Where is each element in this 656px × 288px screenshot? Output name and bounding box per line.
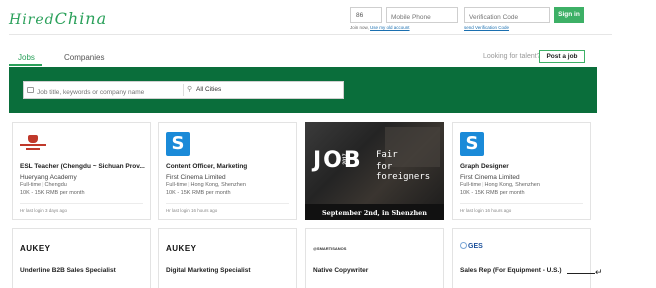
page: HiredChina 86 Sign in Join now, Use my o… (0, 0, 612, 288)
post-job-button[interactable]: Post a job (539, 50, 585, 63)
fair-date: September 2nd, in Shenzhen (321, 209, 428, 217)
job-meta: Full-time|Hong Kong, Shenzhen (460, 182, 540, 188)
join-now-text: Join now, Use my old account (350, 25, 410, 30)
city-select[interactable]: All Cities (196, 86, 221, 93)
job-title[interactable]: Digital Marketing Specialist (166, 267, 294, 274)
ges-globe-icon (460, 242, 467, 249)
job-card[interactable]: AUKEY Underline B2B Sales Specialist (12, 228, 151, 288)
job-card[interactable]: S Graph Designer First Cinema Limited Fu… (452, 122, 591, 220)
job-title[interactable]: ESL Teacher (Chengdu ~ Sichuan Prov... (20, 163, 148, 170)
hueryang-logo-icon (20, 132, 46, 154)
mobile-phone-input[interactable] (386, 7, 458, 23)
job-card[interactable]: S Content Officer, Marketing First Cinem… (158, 122, 297, 220)
salary: 10K - 15K RMB per month (166, 190, 231, 196)
job-meta: Full-time|Hong Kong, Shenzhen (166, 182, 246, 188)
last-login: Hr last login 16 hours ago (460, 208, 512, 213)
old-account-link[interactable]: Use my old account (370, 25, 410, 30)
salary: 10K - 15K RMB per month (20, 190, 85, 196)
job-title[interactable]: Content Officer, Marketing (166, 163, 294, 170)
aukey-logo: AUKEY (20, 244, 51, 253)
first-cinema-logo-icon: S (166, 132, 190, 156)
fair-background-photo (385, 127, 440, 167)
job-card[interactable]: AUKEY Digital Marketing Specialist (158, 228, 297, 288)
active-tab-indicator (9, 64, 42, 66)
job-title[interactable]: Underline B2B Sales Specialist (20, 267, 148, 274)
card-divider (20, 203, 143, 204)
send-verification-code-link[interactable]: send Verification Code (464, 25, 509, 30)
header-divider (9, 34, 612, 35)
salary: 10K - 15K RMB per month (460, 190, 525, 196)
aukey-logo: AUKEY (166, 244, 197, 253)
hiredchina-logo[interactable]: HiredChina (9, 9, 107, 28)
ges-logo: GES (460, 242, 483, 250)
job-card[interactable]: ESL Teacher (Chengdu ~ Sichuan Prov... H… (12, 122, 151, 220)
job-meta: Full-time|Chengdu (20, 182, 67, 188)
verification-code-input[interactable] (464, 7, 550, 23)
card-divider (166, 203, 289, 204)
signin-button[interactable]: Sign in (554, 7, 584, 23)
job-card[interactable]: @SMARTISANOS Native Copywriter (305, 228, 444, 288)
smartisan-logo: @SMARTISANOS (313, 246, 347, 251)
fair-year: 2017 (342, 153, 349, 165)
location-pin-icon: ⚲ (187, 86, 193, 93)
return-arrow-icon: ↵ (595, 267, 603, 277)
company-name: First Cinema Limited (460, 174, 520, 181)
company-name: Hueryang Academy (20, 174, 77, 181)
job-card[interactable]: GES Sales Rep (For Equipment - U.S.) (452, 228, 591, 288)
tab-companies[interactable]: Companies (64, 53, 104, 62)
keyword-search-input[interactable] (37, 82, 182, 98)
card-divider (460, 203, 583, 204)
country-code-field[interactable]: 86 (350, 7, 382, 23)
job-fair-banner-card[interactable]: JOB 2017 Fair for foreigners September 2… (305, 122, 444, 220)
last-login: Hr last login 3 days ago (20, 208, 68, 213)
search-banner: ⚲ All Cities (9, 67, 597, 113)
fair-line2: for foreigners (376, 162, 431, 182)
job-title[interactable]: Graph Designer (460, 163, 588, 170)
fair-job-text: JOB (313, 148, 363, 173)
company-name: First Cinema Limited (166, 174, 226, 181)
text-cursor-line (567, 273, 595, 274)
tab-jobs[interactable]: Jobs (18, 53, 35, 62)
fair-line1: Fair (376, 150, 398, 160)
search-bar: ⚲ All Cities (23, 81, 344, 99)
last-login: Hr last login 16 hours ago (166, 208, 218, 213)
first-cinema-logo-icon: S (460, 132, 484, 156)
briefcase-icon (27, 87, 34, 93)
job-title[interactable]: Native Copywriter (313, 267, 441, 274)
search-divider (183, 84, 184, 96)
looking-for-talent-text: Looking for talent? (483, 53, 541, 60)
